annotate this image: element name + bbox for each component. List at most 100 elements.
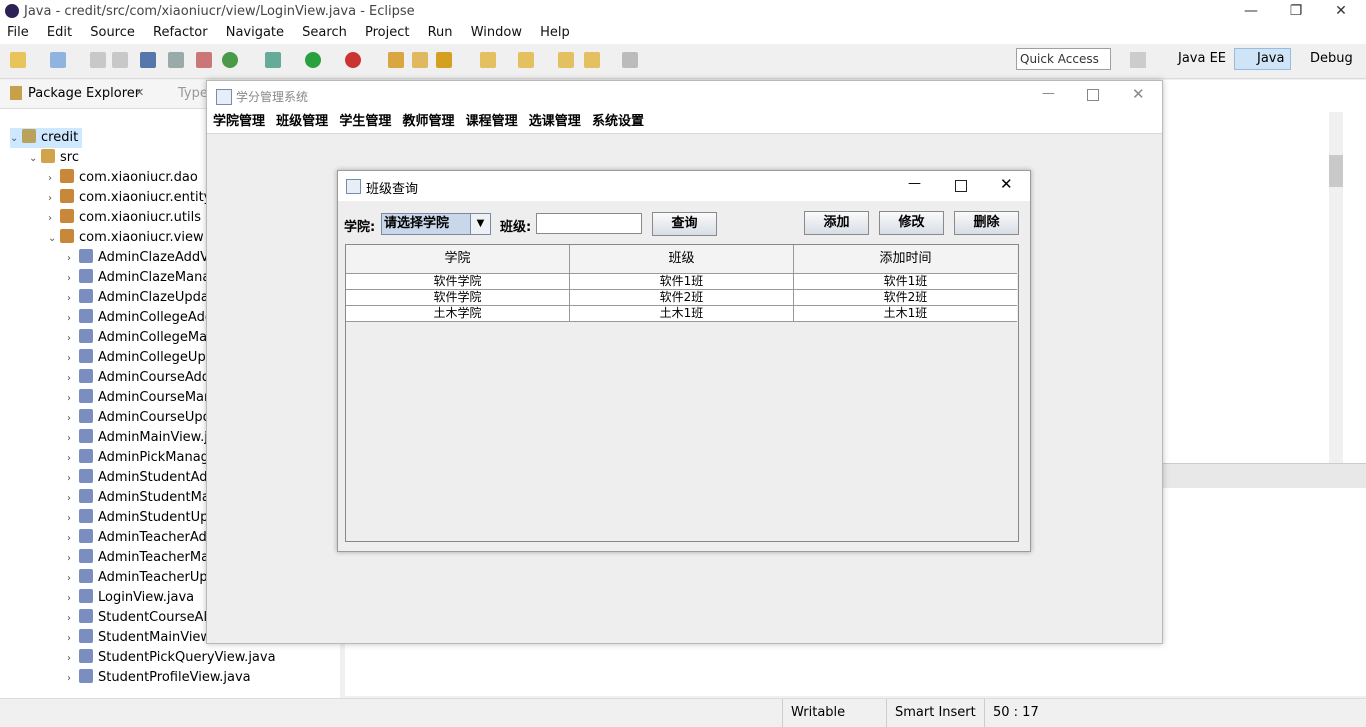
open-folder-icon[interactable] bbox=[412, 52, 428, 68]
tab-package-explorer[interactable]: Package Explorer bbox=[28, 86, 140, 101]
menu-help[interactable]: Help bbox=[533, 24, 577, 42]
tree-item[interactable]: › AdminTeacherUp bbox=[67, 568, 208, 588]
perspective-java-ee[interactable]: Java EE bbox=[1156, 48, 1232, 70]
last-edit-icon[interactable] bbox=[558, 52, 574, 68]
tree-item[interactable]: › StudentPickQueryView.java bbox=[67, 648, 276, 668]
tree-item[interactable]: › AdminTeacherMa bbox=[67, 548, 209, 568]
tree-item[interactable]: › AdminClazeUpda bbox=[67, 288, 209, 308]
tree-item[interactable]: › com.xiaoniucr.utils bbox=[48, 208, 201, 228]
open-type-icon[interactable] bbox=[388, 52, 404, 68]
tree-item[interactable]: › com.xiaoniucr.dao bbox=[48, 168, 198, 188]
collapse-icon[interactable]: › bbox=[67, 329, 79, 349]
tree-item[interactable]: › AdminClazeAddV bbox=[67, 248, 209, 268]
menu-teacher-manage[interactable]: 教师管理 bbox=[402, 111, 454, 133]
collapse-icon[interactable]: › bbox=[67, 489, 79, 509]
expand-icon[interactable]: ⌄ bbox=[48, 229, 60, 249]
collapse-icon[interactable]: › bbox=[67, 509, 79, 529]
app-close-icon[interactable]: ✕ bbox=[1132, 85, 1145, 103]
collapse-icon[interactable]: › bbox=[67, 429, 79, 449]
tree-item[interactable]: › AdminStudentUpc bbox=[67, 508, 216, 528]
perspective-java[interactable]: Java bbox=[1234, 48, 1292, 70]
table-cell[interactable]: 软件学院 bbox=[346, 274, 570, 290]
tree-item[interactable]: › AdminCollegeUpc bbox=[67, 348, 213, 368]
tree-item[interactable]: › LoginView.java bbox=[67, 588, 194, 608]
table-cell[interactable]: 土木1班 bbox=[570, 306, 794, 322]
collapse-icon[interactable]: › bbox=[67, 649, 79, 669]
tree-item[interactable]: › AdminPickManag bbox=[67, 448, 209, 468]
quick-access-input[interactable]: Quick Access bbox=[1016, 48, 1111, 70]
close-tab-icon[interactable]: ✕ bbox=[135, 86, 144, 99]
back-icon[interactable] bbox=[584, 52, 600, 68]
menu-college-manage[interactable]: 学院管理 bbox=[213, 111, 265, 133]
collapse-icon[interactable]: › bbox=[67, 249, 79, 269]
menu-file[interactable]: File bbox=[0, 24, 36, 42]
query-button[interactable]: 查询 bbox=[652, 212, 717, 236]
chevron-down-icon[interactable]: ▼ bbox=[470, 214, 490, 234]
restore-icon[interactable]: ❐ bbox=[1273, 0, 1319, 24]
collapse-icon[interactable]: › bbox=[67, 529, 79, 549]
collapse-icon[interactable]: › bbox=[48, 189, 60, 209]
table-cell[interactable]: 土木1班 bbox=[794, 306, 1017, 322]
delete-button[interactable]: 删除 bbox=[954, 211, 1019, 235]
tree-item[interactable]: › StudentCourseAll bbox=[67, 608, 211, 628]
column-header-added-time[interactable]: 添加时间 bbox=[794, 245, 1017, 274]
collapse-icon[interactable]: › bbox=[67, 609, 79, 629]
collapse-icon[interactable]: › bbox=[67, 309, 79, 329]
minimize-icon[interactable]: — bbox=[1228, 0, 1274, 24]
menu-source[interactable]: Source bbox=[83, 24, 142, 42]
collapse-icon[interactable]: › bbox=[67, 669, 79, 689]
collapse-icon[interactable]: › bbox=[67, 589, 79, 609]
new-icon[interactable] bbox=[10, 52, 26, 68]
add-button[interactable]: 添加 bbox=[804, 211, 869, 235]
collapse-icon[interactable]: › bbox=[67, 449, 79, 469]
collapse-icon[interactable]: › bbox=[48, 169, 60, 189]
prev-annotation-icon[interactable] bbox=[518, 52, 534, 68]
collapse-icon[interactable]: › bbox=[67, 569, 79, 589]
dialog-maximize-icon[interactable] bbox=[955, 180, 967, 192]
table-cell[interactable]: 软件1班 bbox=[570, 274, 794, 290]
collapse-icon[interactable]: › bbox=[67, 349, 79, 369]
collapse-icon[interactable]: › bbox=[67, 629, 79, 649]
scrollbar-thumb[interactable] bbox=[1329, 155, 1343, 187]
menu-pick-manage[interactable]: 选课管理 bbox=[529, 111, 581, 133]
column-header-class[interactable]: 班级 bbox=[570, 245, 794, 274]
menu-system-settings[interactable]: 系统设置 bbox=[592, 111, 644, 133]
college-select[interactable]: 请选择学院 ▼ bbox=[381, 213, 491, 235]
expand-icon[interactable]: ⌄ bbox=[29, 149, 41, 169]
collapse-icon[interactable]: › bbox=[67, 549, 79, 569]
debug-icon[interactable] bbox=[265, 52, 281, 68]
tab-type-hierarchy[interactable]: Type bbox=[178, 86, 208, 101]
tree-item[interactable]: › AdminCollegeAdc bbox=[67, 308, 212, 328]
menu-window[interactable]: Window bbox=[464, 24, 529, 42]
tree-item[interactable]: › AdminMainView.j bbox=[67, 428, 208, 448]
tree-item[interactable]: › AdminCourseAdd bbox=[67, 368, 210, 388]
menu-project[interactable]: Project bbox=[358, 24, 416, 42]
app-minimize-icon[interactable]: — bbox=[1042, 86, 1055, 101]
collapse-icon[interactable]: › bbox=[67, 389, 79, 409]
menu-edit[interactable]: Edit bbox=[40, 24, 79, 42]
tree-item[interactable]: ⌄ credit bbox=[10, 128, 83, 149]
table-cell[interactable]: 土木学院 bbox=[346, 306, 570, 322]
new-type-icon[interactable] bbox=[50, 52, 66, 68]
table-cell[interactable]: 软件2班 bbox=[794, 290, 1017, 306]
collapse-icon[interactable]: › bbox=[67, 409, 79, 429]
search-tool-icon[interactable] bbox=[436, 52, 452, 68]
table-cell[interactable]: 软件2班 bbox=[570, 290, 794, 306]
tree-item[interactable]: › AdminCourseMar bbox=[67, 388, 209, 408]
collapse-icon[interactable]: › bbox=[67, 289, 79, 309]
skip-breakpoints-icon[interactable] bbox=[168, 52, 184, 68]
menu-class-manage[interactable]: 班级管理 bbox=[276, 111, 328, 133]
app-maximize-icon[interactable] bbox=[1087, 89, 1099, 101]
tree-item[interactable]: ⌄ com.xiaoniucr.view bbox=[48, 228, 204, 248]
console-icon[interactable] bbox=[140, 52, 156, 68]
perspective-debug[interactable]: Debug bbox=[1288, 48, 1359, 70]
run-icon[interactable] bbox=[305, 52, 321, 68]
edit-button[interactable]: 修改 bbox=[879, 211, 944, 235]
tree-item[interactable]: › AdminCourseUpd bbox=[67, 408, 211, 428]
tree-item[interactable]: › com.xiaoniucr.entity bbox=[48, 188, 211, 208]
expand-icon[interactable]: ⌄ bbox=[10, 129, 22, 149]
table-cell[interactable]: 软件1班 bbox=[794, 274, 1017, 290]
menu-search[interactable]: Search bbox=[295, 24, 354, 42]
next-annotation-icon[interactable] bbox=[480, 52, 496, 68]
collapse-icon[interactable]: › bbox=[67, 469, 79, 489]
